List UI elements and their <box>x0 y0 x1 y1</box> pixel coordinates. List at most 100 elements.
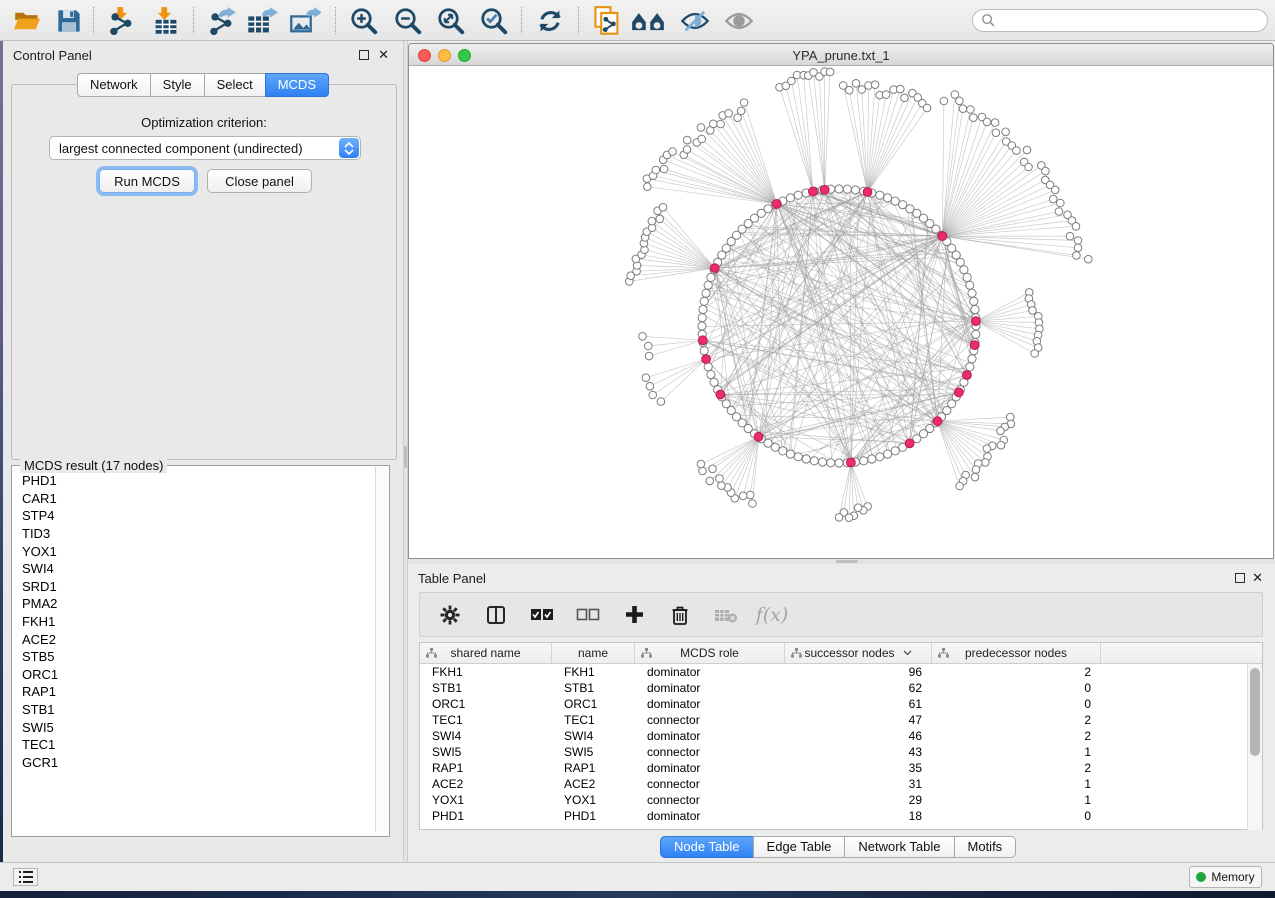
graph-leaf-node[interactable] <box>959 105 967 113</box>
graph-mcds-hub-node[interactable] <box>716 390 725 399</box>
table-row[interactable]: PHD1PHD1dominator180 <box>420 808 1262 824</box>
graph-node[interactable] <box>960 266 968 274</box>
close-panel-icon[interactable]: ✕ <box>1252 572 1263 584</box>
graph-node[interactable] <box>884 450 892 458</box>
graph-leaf-node[interactable] <box>669 148 677 156</box>
graph-leaf-node[interactable] <box>697 460 705 468</box>
import-network-button[interactable] <box>105 4 139 37</box>
add-column-button[interactable] <box>622 603 646 627</box>
graph-node[interactable] <box>835 459 843 467</box>
task-history-button[interactable] <box>13 868 38 886</box>
graph-leaf-node[interactable] <box>871 81 879 89</box>
graph-node[interactable] <box>810 457 818 465</box>
graph-leaf-node[interactable] <box>972 466 980 474</box>
graph-leaf-node[interactable] <box>683 146 691 154</box>
graph-leaf-node[interactable] <box>1051 186 1059 194</box>
graph-leaf-node[interactable] <box>717 120 725 128</box>
graph-node[interactable] <box>698 314 706 322</box>
graph-leaf-node[interactable] <box>749 500 757 508</box>
graph-leaf-node[interactable] <box>1050 195 1058 203</box>
graph-leaf-node[interactable] <box>956 482 964 490</box>
graph-mcds-hub-node[interactable] <box>702 355 711 364</box>
graph-leaf-node[interactable] <box>656 215 664 223</box>
tab-network-table[interactable]: Network Table <box>844 836 953 858</box>
graph-mcds-hub-node[interactable] <box>710 264 719 273</box>
graph-mcds-hub-node[interactable] <box>954 388 963 397</box>
graph-node[interactable] <box>876 191 884 199</box>
network-canvas[interactable] <box>409 66 1273 559</box>
zoom-fit-button[interactable] <box>434 4 468 37</box>
graph-leaf-node[interactable] <box>1029 307 1037 315</box>
graph-leaf-node[interactable] <box>697 124 705 132</box>
graph-leaf-node[interactable] <box>683 136 691 144</box>
table-row[interactable]: ACE2ACE2connector311 <box>420 776 1262 792</box>
mcds-result-item[interactable]: PMA2 <box>13 595 376 613</box>
graph-node[interactable] <box>786 450 794 458</box>
graph-leaf-node[interactable] <box>983 445 991 453</box>
graph-leaf-node[interactable] <box>846 86 854 94</box>
import-table-button[interactable] <box>149 4 183 37</box>
table-row[interactable]: YOX1YOX1connector291 <box>420 792 1262 808</box>
splitter-handle[interactable] <box>836 560 858 563</box>
graph-mcds-hub-node[interactable] <box>933 417 942 426</box>
graph-leaf-node[interactable] <box>971 473 979 481</box>
export-table-button[interactable] <box>245 4 279 37</box>
mcds-result-item[interactable]: FKH1 <box>13 613 376 631</box>
delete-column-button[interactable] <box>668 603 692 627</box>
graph-mcds-hub-node[interactable] <box>809 187 818 196</box>
graph-leaf-node[interactable] <box>718 482 726 490</box>
close-panel-icon[interactable]: ✕ <box>378 49 389 61</box>
graph-leaf-node[interactable] <box>649 391 657 399</box>
graph-leaf-node[interactable] <box>725 110 733 118</box>
graph-node[interactable] <box>707 371 715 379</box>
mcds-result-item[interactable]: TEC1 <box>13 736 376 754</box>
zoom-out-button[interactable] <box>391 4 425 37</box>
graph-leaf-node[interactable] <box>882 91 890 99</box>
graph-leaf-node[interactable] <box>652 166 660 174</box>
hide-graphics-details-button[interactable] <box>678 4 712 37</box>
graph-node[interactable] <box>794 453 802 461</box>
graph-node[interactable] <box>968 355 976 363</box>
graph-node[interactable] <box>702 289 710 297</box>
graph-node[interactable] <box>868 455 876 463</box>
scrollbar-thumb[interactable] <box>1250 668 1260 756</box>
graph-mcds-hub-node[interactable] <box>698 336 707 345</box>
refresh-view-button[interactable] <box>533 4 567 37</box>
graph-leaf-node[interactable] <box>660 165 668 173</box>
graph-mcds-hub-node[interactable] <box>963 371 972 380</box>
graph-leaf-node[interactable] <box>648 217 656 225</box>
graph-leaf-node[interactable] <box>746 491 754 499</box>
graph-leaf-node[interactable] <box>983 118 991 126</box>
export-image-button[interactable] <box>288 4 322 37</box>
graph-leaf-node[interactable] <box>997 441 1005 449</box>
graph-node[interactable] <box>827 459 835 467</box>
mcds-result-item[interactable]: GCR1 <box>13 754 376 772</box>
search-input[interactable] <box>996 12 1267 30</box>
graph-leaf-node[interactable] <box>657 398 665 406</box>
graph-node[interactable] <box>843 185 851 193</box>
graph-mcds-hub-node[interactable] <box>754 432 763 441</box>
mcds-result-item[interactable]: ORC1 <box>13 666 376 684</box>
table-row[interactable]: FKH1FKH1dominator962 <box>420 664 1262 680</box>
graph-leaf-node[interactable] <box>1073 252 1081 260</box>
graph-node[interactable] <box>968 289 976 297</box>
graph-leaf-node[interactable] <box>709 465 717 473</box>
table-scrollbar[interactable] <box>1247 664 1262 830</box>
run-mcds-button[interactable]: Run MCDS <box>99 169 195 193</box>
tab-network[interactable]: Network <box>77 73 150 97</box>
show-column-button[interactable] <box>484 603 508 627</box>
graph-node[interactable] <box>699 305 707 313</box>
graph-leaf-node[interactable] <box>997 427 1005 435</box>
column-header-shared-name[interactable]: shared name <box>420 643 552 663</box>
graph-leaf-node[interactable] <box>1074 244 1082 252</box>
graph-leaf-node[interactable] <box>1023 146 1031 154</box>
table-row[interactable]: SWI4SWI4dominator462 <box>420 728 1262 744</box>
zoom-in-button[interactable] <box>347 4 381 37</box>
graph-node[interactable] <box>704 281 712 289</box>
table-row[interactable]: STB1STB1dominator620 <box>420 680 1262 696</box>
graph-leaf-node[interactable] <box>645 352 653 360</box>
graph-node[interactable] <box>835 185 843 193</box>
graph-leaf-node[interactable] <box>923 104 931 112</box>
mcds-result-item[interactable]: PHD1 <box>13 472 376 490</box>
tab-edge-table[interactable]: Edge Table <box>753 836 845 858</box>
